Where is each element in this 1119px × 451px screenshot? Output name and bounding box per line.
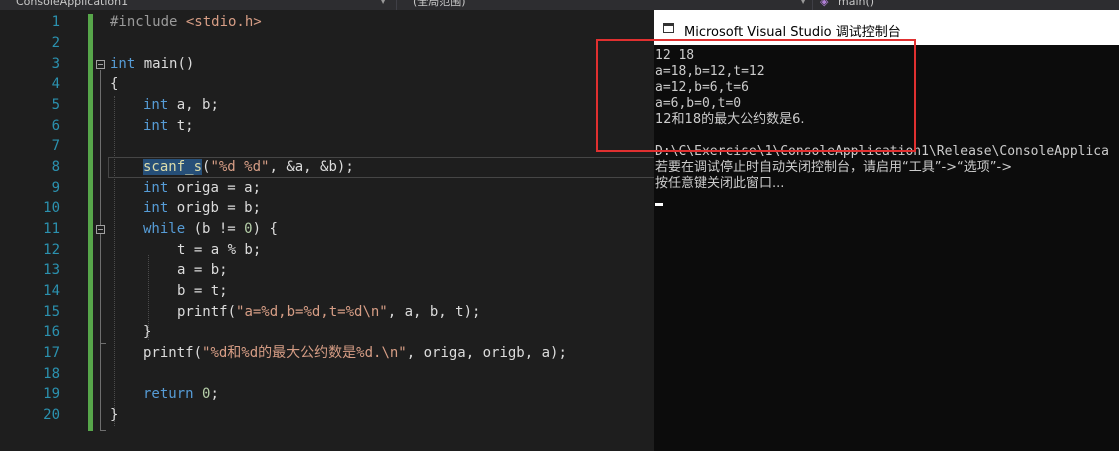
- code-text: b = t;: [177, 283, 228, 299]
- code-line-14[interactable]: b = t;: [177, 281, 228, 301]
- code-text: origa = a;: [168, 180, 262, 196]
- chevron-down-icon[interactable]: ▼: [380, 0, 386, 5]
- line-number: 2: [51, 35, 60, 51]
- code-line-3[interactable]: int main(): [110, 54, 194, 74]
- console-output-line: 若要在调试停止时自动关闭控制台，请启用“工具”->“选项”->: [655, 160, 1013, 175]
- code-line-20[interactable]: }: [110, 405, 118, 425]
- keyword: while: [143, 221, 186, 237]
- console-title: Microsoft Visual Studio 调试控制台: [684, 25, 901, 40]
- code-line-8[interactable]: scanf_s("%d %d", &a, &b);: [143, 157, 354, 177]
- line-number: 20: [43, 407, 60, 423]
- collapse-icon[interactable]: [96, 225, 105, 234]
- string-literal: "%d %d": [210, 159, 270, 175]
- string-literal: "a=%d,b=%d,t=%d\n": [236, 304, 388, 320]
- code-text: {: [110, 76, 119, 92]
- number-literal: 0: [244, 221, 253, 237]
- code-text: ) {: [252, 221, 278, 237]
- code-editor[interactable]: 1 2 3 4 5 6 7 8 9 10 11 12 13 14 15 16 1…: [0, 10, 656, 451]
- code-text: a = b;: [177, 262, 228, 278]
- nav-divider: [812, 0, 813, 10]
- code-text: origb = b;: [168, 200, 262, 216]
- code-line-4[interactable]: {: [110, 74, 118, 94]
- fold-guide-end: [100, 343, 106, 344]
- code-text: }: [110, 407, 119, 423]
- line-number: 6: [51, 118, 60, 134]
- code-text: , origa, origb, a);: [406, 345, 567, 361]
- code-text: t;: [168, 118, 194, 134]
- line-number: 18: [43, 366, 60, 382]
- string-literal: "%d和%d的最大公约数是%d.\n": [202, 345, 407, 361]
- keyword: int: [143, 200, 169, 216]
- line-number: 17: [43, 345, 60, 361]
- code-line-11[interactable]: while (b != 0) {: [143, 219, 278, 239]
- code-text: , &a, &b);: [269, 159, 354, 175]
- code-text: a, b;: [168, 97, 219, 113]
- fold-guide-end: [100, 430, 106, 431]
- keyword: int: [143, 180, 169, 196]
- code-text: }: [143, 324, 152, 340]
- code-line-17[interactable]: printf("%d和%d的最大公约数是%d.\n", origa, origb…: [143, 343, 567, 363]
- member-icon: ◈: [820, 0, 829, 8]
- console-cursor: [655, 203, 663, 206]
- code-line-1[interactable]: #include <stdio.h>: [110, 12, 262, 32]
- scope-dropdown[interactable]: (全局范围): [413, 0, 466, 9]
- line-number: 12: [43, 242, 60, 258]
- code-line-10[interactable]: int origb = b;: [143, 198, 261, 218]
- line-number: 8: [51, 159, 60, 175]
- nav-divider: [396, 0, 397, 10]
- line-number: 5: [51, 97, 60, 113]
- include-path: <stdio.h>: [185, 14, 262, 30]
- line-number: 16: [43, 324, 60, 340]
- line-number: 11: [43, 221, 60, 237]
- code-line-6[interactable]: int t;: [143, 116, 194, 136]
- keyword: int: [143, 97, 169, 113]
- member-dropdown[interactable]: main(): [838, 0, 874, 9]
- line-number: 3: [51, 56, 60, 72]
- line-number: 14: [43, 283, 60, 299]
- line-number: 1: [51, 14, 60, 30]
- chevron-down-icon[interactable]: ▼: [800, 0, 806, 5]
- code-text: main(): [135, 56, 195, 72]
- indent-guide: [114, 96, 115, 426]
- console-app-icon: [663, 23, 674, 33]
- code-line-9[interactable]: int origa = a;: [143, 178, 261, 198]
- collapse-icon[interactable]: [96, 60, 105, 69]
- line-number: 10: [43, 200, 60, 216]
- code-line-19[interactable]: return 0;: [143, 384, 219, 404]
- line-number: 19: [43, 386, 60, 402]
- line-number: 4: [51, 76, 60, 92]
- line-number: 15: [43, 304, 60, 320]
- code-text: printf(: [143, 345, 203, 361]
- selected-identifier: scanf_s: [143, 159, 203, 175]
- line-number: 7: [51, 138, 60, 154]
- project-dropdown[interactable]: ConsoleApplication1: [16, 0, 128, 9]
- line-number: 13: [43, 262, 60, 278]
- line-number: 9: [51, 180, 60, 196]
- code-text: printf(: [177, 304, 237, 320]
- change-tracking-bar: [88, 14, 93, 431]
- fold-guide-line: [100, 70, 101, 431]
- code-line-15[interactable]: printf("a=%d,b=%d,t=%d\n", a, b, t);: [177, 302, 480, 322]
- preprocessor: #include: [110, 14, 186, 30]
- navigation-bar: ConsoleApplication1 ▼ (全局范围) ▼ ◈ main(): [0, 0, 1119, 10]
- code-text: , a, b, t);: [387, 304, 481, 320]
- code-text: (b !=: [185, 221, 245, 237]
- console-output-line: 按任意键关闭此窗口...: [655, 176, 785, 191]
- keyword: int: [110, 56, 136, 72]
- code-line-13[interactable]: a = b;: [177, 260, 228, 280]
- keyword: return: [143, 386, 194, 402]
- annotation-highlight-box: [596, 39, 916, 152]
- code-line-5[interactable]: int a, b;: [143, 95, 219, 115]
- keyword: int: [143, 118, 169, 134]
- code-line-12[interactable]: t = a % b;: [177, 240, 261, 260]
- code-line-16[interactable]: }: [143, 322, 151, 342]
- code-text: ;: [210, 386, 219, 402]
- code-text: t = a % b;: [177, 242, 262, 258]
